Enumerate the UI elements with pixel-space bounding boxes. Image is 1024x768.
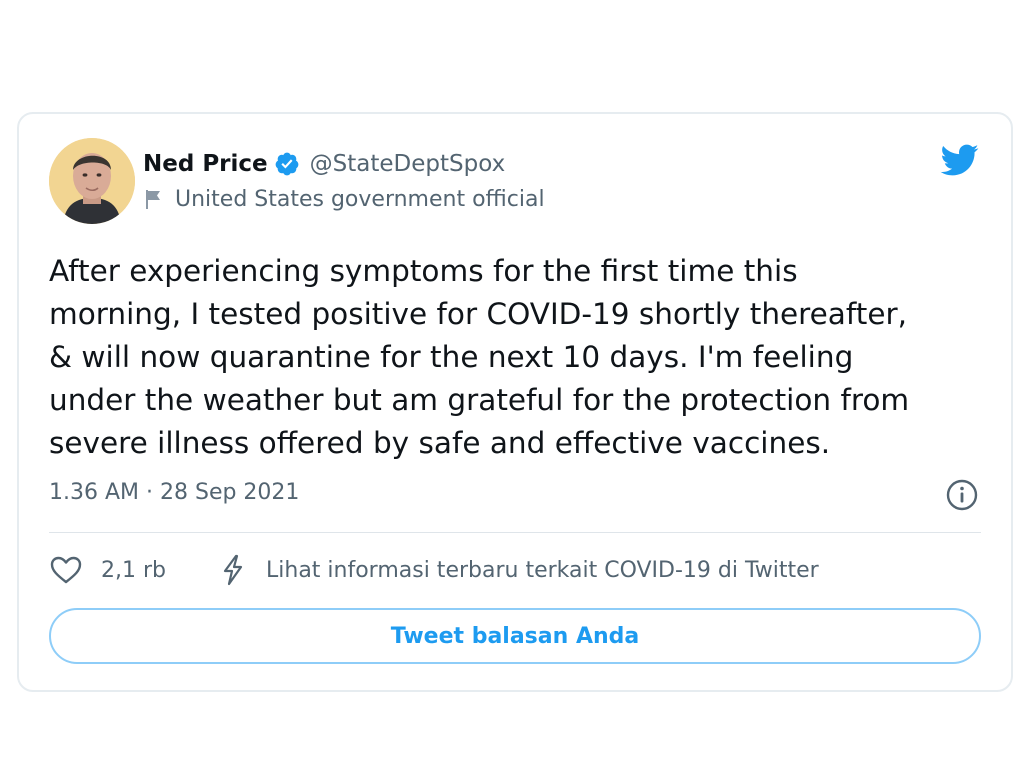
account-label: United States government official (143, 184, 545, 214)
reply-button[interactable]: Tweet balasan Anda (49, 608, 981, 664)
twitter-bird-icon[interactable] (937, 140, 981, 180)
flag-icon (146, 190, 160, 209)
like-count[interactable]: 2,1 rb (101, 558, 166, 583)
tweet-text-line: morning, I tested positive for COVID-19 … (49, 297, 907, 331)
verified-badge-icon (275, 152, 299, 176)
tweet-timestamp[interactable]: 1.36 AM · 28 Sep 2021 (49, 480, 299, 505)
divider (49, 532, 981, 533)
tweet-text-line: After experiencing symptoms for the firs… (49, 254, 798, 288)
info-icon[interactable] (945, 478, 979, 512)
author-row: Ned Price @StateDeptSpox (143, 148, 505, 180)
author-name[interactable]: Ned Price (143, 151, 268, 177)
bolt-icon[interactable] (218, 554, 248, 586)
account-label-text: United States government official (175, 186, 545, 212)
heart-icon[interactable] (49, 555, 83, 585)
author-handle[interactable]: @StateDeptSpox (310, 151, 506, 177)
avatar[interactable] (49, 138, 135, 224)
covid-info-link[interactable]: Lihat informasi terbaru terkait COVID-19… (266, 558, 819, 583)
action-bar: 2,1 rb Lihat informasi terbaru terkait C… (49, 552, 819, 588)
avatar-photo (49, 138, 135, 224)
tweet-card: Ned Price @StateDeptSpox United States g… (17, 112, 1013, 692)
tweet-text-line: severe illness offered by safe and effec… (49, 426, 831, 460)
tweet-text-line: & will now quarantine for the next 10 da… (49, 340, 854, 374)
tweet-text-line: under the weather but am grateful for th… (49, 383, 910, 417)
tweet-text: After experiencing symptoms for the firs… (49, 250, 989, 465)
